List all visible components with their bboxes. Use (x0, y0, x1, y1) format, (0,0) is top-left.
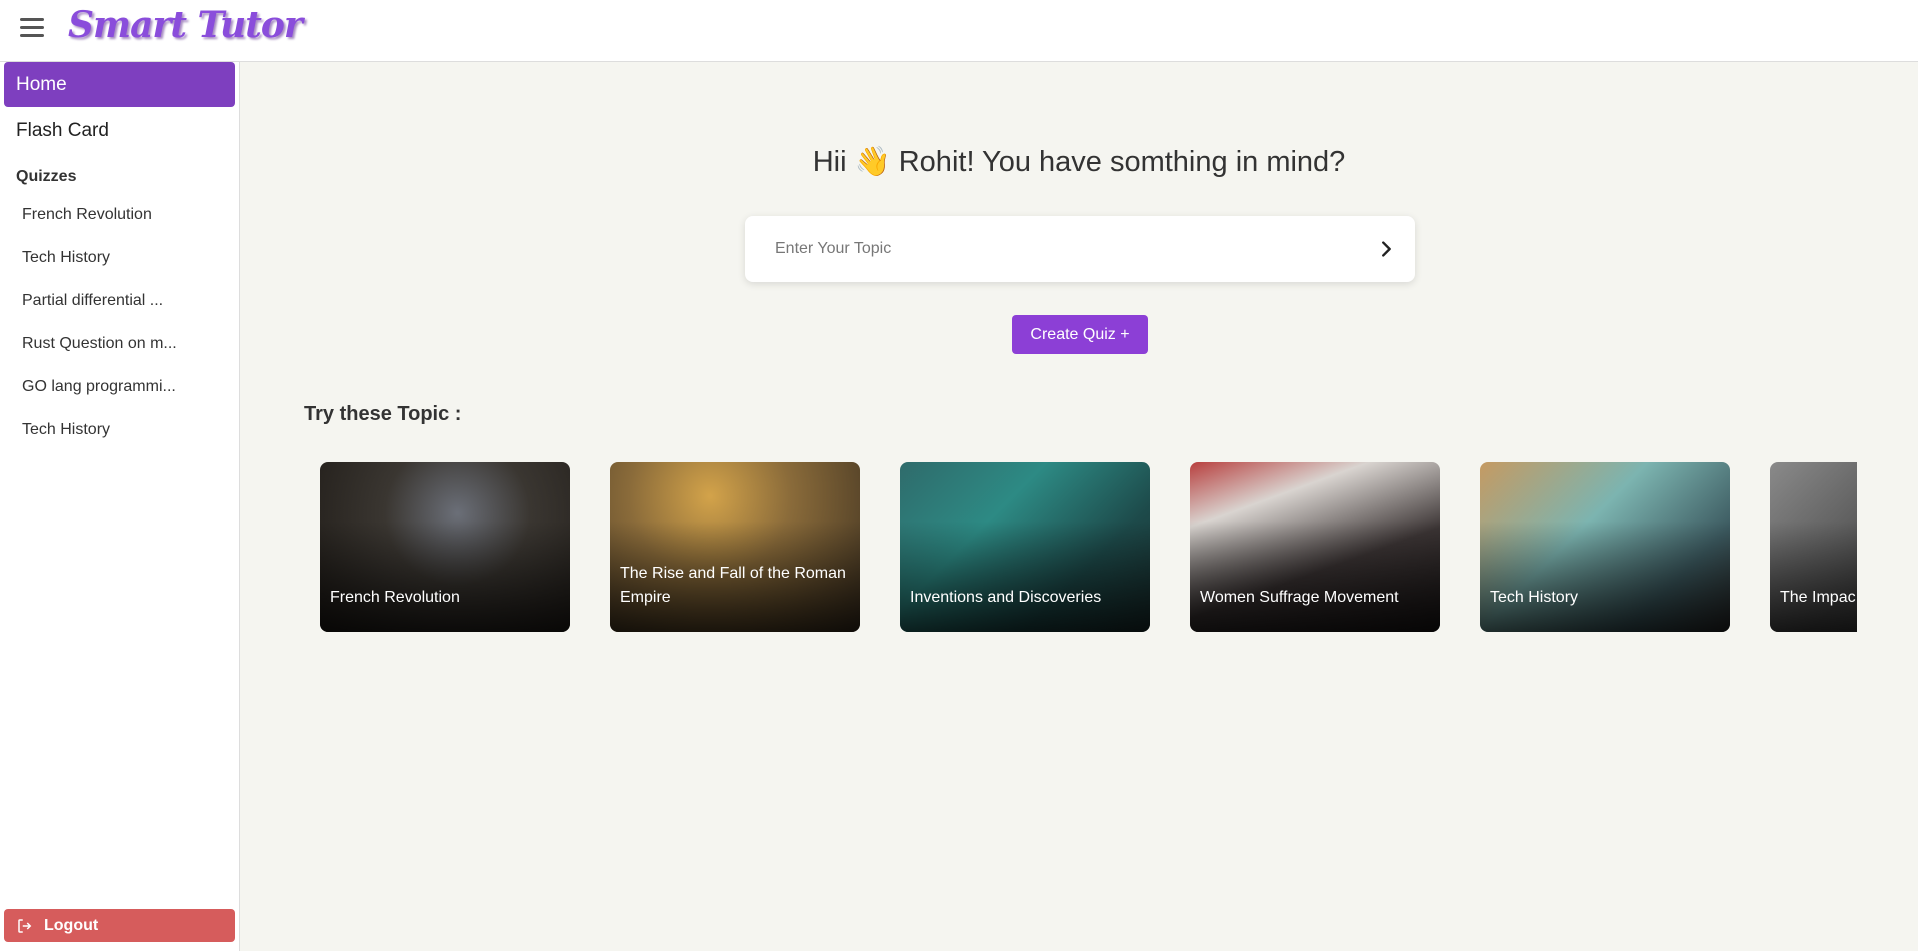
sidebar: Home Flash Card Quizzes French Revolutio… (0, 62, 240, 951)
quiz-item[interactable]: Tech History (22, 249, 222, 292)
menu-icon[interactable] (20, 18, 46, 40)
topic-card[interactable]: French Revolution (320, 462, 570, 632)
quiz-item[interactable]: Partial differential ... (22, 292, 222, 335)
topic-card[interactable]: The Impac Revolution (1770, 462, 1857, 632)
topic-card-title: Inventions and Discoveries (910, 589, 1102, 606)
logout-button[interactable]: Logout (4, 909, 235, 942)
quiz-item[interactable]: Rust Question on m... (22, 335, 222, 378)
logout-label: Logout (44, 916, 99, 934)
quizzes-heading: Quizzes (16, 168, 77, 185)
topic-card[interactable]: The Rise and Fall of the Roman Empire (610, 462, 860, 632)
quiz-item[interactable]: Tech History (22, 421, 222, 464)
topic-carousel[interactable]: French Revolution The Rise and Fall of t… (320, 462, 1857, 632)
topic-input[interactable] (775, 236, 1335, 262)
chevron-right-icon[interactable] (1375, 238, 1397, 260)
sidebar-item-home[interactable]: Home (4, 62, 235, 107)
create-quiz-button[interactable]: Create Quiz + (1012, 315, 1148, 354)
app-logo[interactable]: Smart Tutor (68, 4, 303, 46)
greeting-heading: Hii 👋 Rohit! You have somthing in mind? (812, 146, 1346, 178)
quiz-item[interactable]: GO lang programmi... (22, 378, 222, 421)
topic-card[interactable]: Women Suffrage Movement (1190, 462, 1440, 632)
top-header: Smart Tutor (0, 0, 1918, 62)
topic-card[interactable]: Tech History (1480, 462, 1730, 632)
sidebar-item-flash-card[interactable]: Flash Card (16, 120, 109, 142)
topic-card[interactable]: Inventions and Discoveries (900, 462, 1150, 632)
topic-card-title: Tech History (1490, 589, 1579, 606)
topic-card-title: The Impac Revolution (1780, 589, 1857, 606)
topic-card-title: The Rise and Fall of the Roman Empire (620, 565, 846, 606)
quiz-list: French Revolution Tech History Partial d… (22, 206, 222, 464)
logout-icon (18, 918, 32, 933)
topic-search-box (745, 216, 1415, 282)
try-topics-heading: Try these Topic : (304, 403, 462, 425)
topic-card-title: French Revolution (330, 589, 460, 606)
quiz-item[interactable]: French Revolution (22, 206, 222, 249)
topic-card-title: Women Suffrage Movement (1200, 589, 1399, 606)
